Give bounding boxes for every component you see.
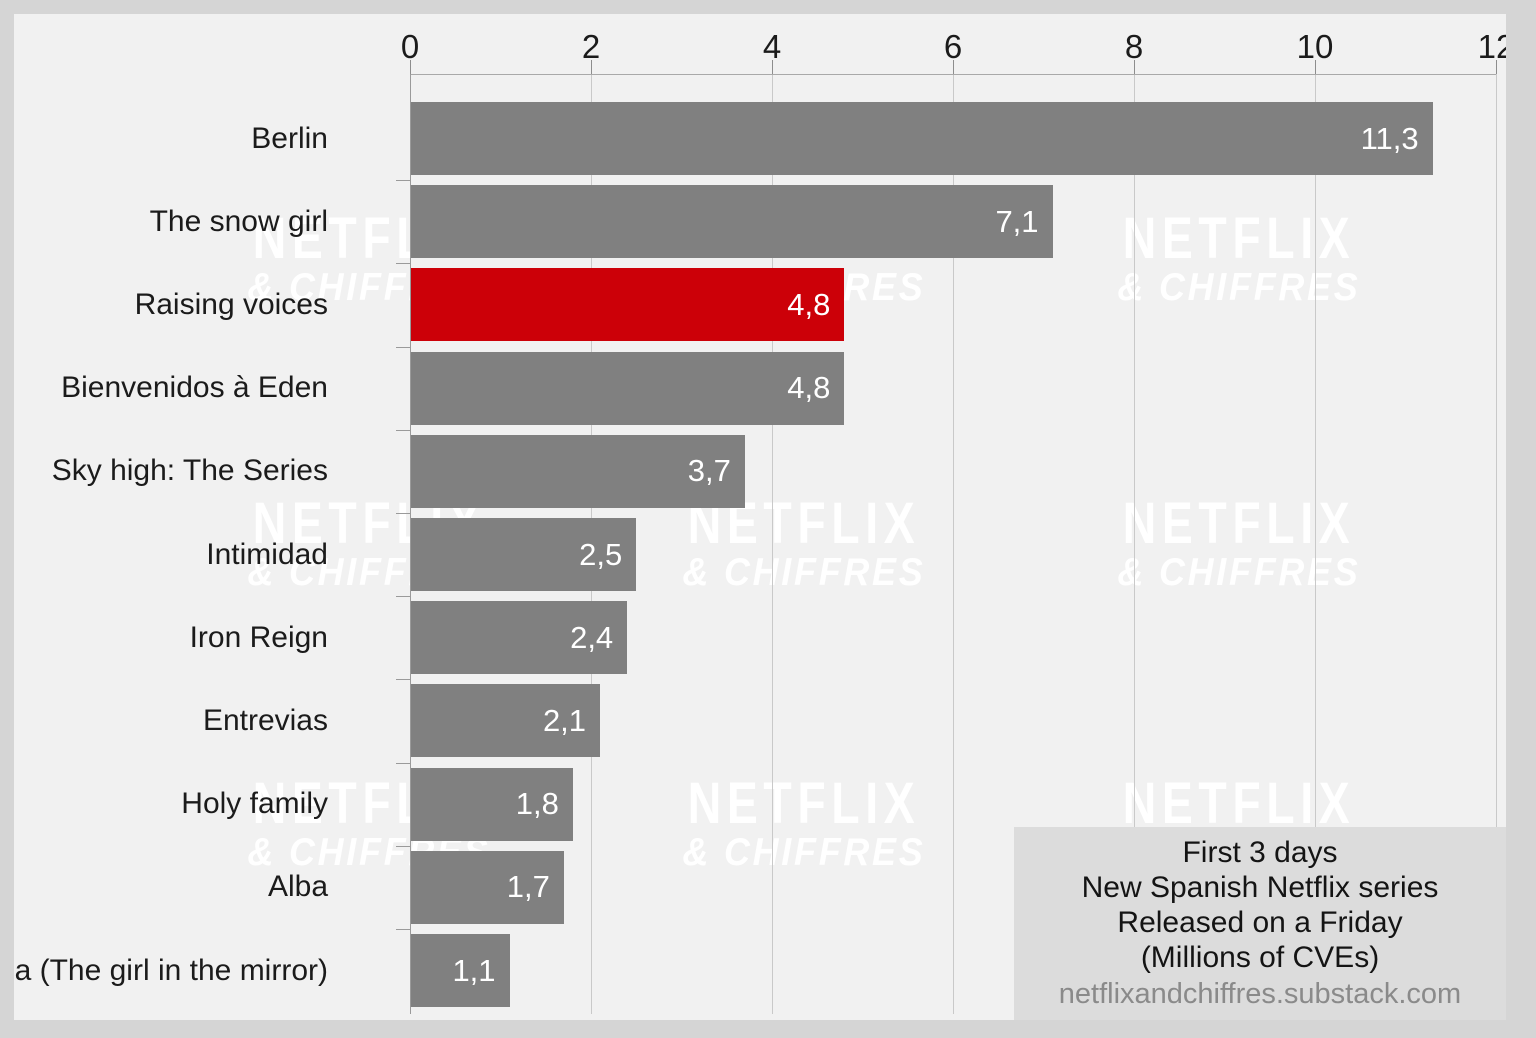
bar[interactable] xyxy=(410,102,1433,175)
bar-row[interactable]: 4,8 Bienvenidos à Eden xyxy=(61,346,1496,425)
category-label: The snow girl xyxy=(149,204,328,238)
legend-line-4: (Millions of CVEs) xyxy=(1140,941,1380,975)
legend-box: First 3 days New Spanish Netflix series … xyxy=(1014,827,1506,1020)
bar-row[interactable]: 2,4 Iron Reign xyxy=(190,596,1496,675)
category-label: Alma (The girl in the mirror) xyxy=(14,953,328,987)
category-label: Entrevias xyxy=(202,703,328,737)
x-axis-tick-marks xyxy=(396,14,1497,74)
category-label: Holy family xyxy=(181,787,328,821)
legend-line-1: First 3 days xyxy=(1182,835,1338,869)
x-tick-mark xyxy=(591,60,592,74)
bar[interactable] xyxy=(410,351,845,425)
category-label: Intimidad xyxy=(206,537,328,571)
x-tick-mark xyxy=(1134,60,1135,74)
bar[interactable] xyxy=(410,185,1053,259)
bar-row[interactable]: 3,7 Sky high: The Series xyxy=(52,429,1496,508)
bar-value-label: 4,8 xyxy=(787,370,831,406)
axis-top-line xyxy=(410,74,1496,75)
bar-value-label: 4,8 xyxy=(787,286,831,322)
x-tick-mark xyxy=(772,60,773,74)
bar-row[interactable]: 4,8 Raising voices xyxy=(135,263,1496,342)
bar-value-label: 3,7 xyxy=(687,453,731,489)
category-label: Raising voices xyxy=(134,287,328,321)
y-tick-mark xyxy=(396,596,410,598)
bar-value-label: 2,1 xyxy=(542,702,587,738)
bar[interactable] xyxy=(410,268,845,342)
bar-row[interactable]: 11,3 Berlin xyxy=(251,102,1496,175)
y-tick-mark xyxy=(396,929,410,930)
category-label: Berlin xyxy=(251,121,328,155)
bar-value-label: 1,1 xyxy=(452,952,496,988)
legend-source-url: netflixandchiffres.substack.com xyxy=(1058,978,1462,1011)
y-tick-mark xyxy=(396,346,410,348)
y-tick-mark xyxy=(396,513,410,514)
y-tick-mark xyxy=(396,679,410,681)
legend-line-2: New Spanish Netflix series xyxy=(1081,871,1439,904)
bar-value-label: 2,4 xyxy=(570,619,614,655)
y-tick-mark xyxy=(396,180,410,182)
category-label: Bienvenidos à Eden xyxy=(61,371,328,405)
chart-frame: NETFLIX & CHIFFRES NETFLIX & CHIFFRES NETFLI… xyxy=(14,14,1506,1020)
y-axis-line xyxy=(410,74,411,1014)
bar-value-label: 2,5 xyxy=(579,536,623,572)
y-tick-mark xyxy=(396,762,410,764)
bar-value-label: 1,7 xyxy=(506,869,550,905)
legend-line-3: Released on a Friday xyxy=(1117,906,1403,940)
x-tick-mark xyxy=(1496,60,1497,74)
x-tick-mark xyxy=(1315,60,1316,74)
x-tick-mark xyxy=(953,60,954,74)
bar-row[interactable]: 7,1 The snow girl xyxy=(150,180,1496,259)
category-label: Iron Reign xyxy=(189,620,328,654)
bar-row[interactable]: 2,1 Entrevias xyxy=(203,679,1496,758)
category-label: Sky high: The Series xyxy=(51,454,328,488)
y-tick-mark xyxy=(396,263,410,265)
bar-value-label: 11,3 xyxy=(1360,120,1419,156)
bar-value-label: 1,8 xyxy=(515,786,559,822)
category-label: Alba xyxy=(267,870,328,904)
y-tick-mark xyxy=(396,845,410,847)
bar-value-label: 7,1 xyxy=(995,203,1039,239)
bar-row[interactable]: 2,5 Intimidad xyxy=(206,513,1496,591)
x-tick-mark xyxy=(410,60,411,74)
y-tick-mark xyxy=(396,429,410,431)
